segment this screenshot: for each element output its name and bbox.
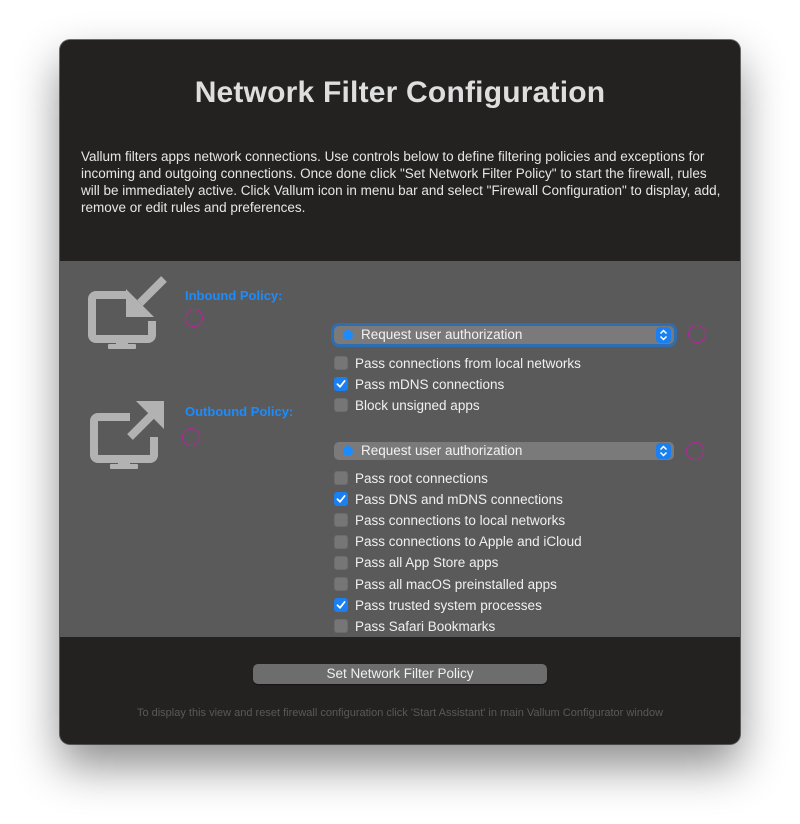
chevron-updown-icon [656, 327, 671, 343]
outbound-policy-value: Request user authorization [361, 443, 523, 458]
option-label: Block unsigned apps [355, 397, 480, 413]
option-label: Pass root connections [355, 470, 488, 486]
footer-panel [60, 637, 740, 744]
checkbox[interactable] [334, 577, 348, 591]
checkbox[interactable] [334, 513, 348, 528]
assistant-window: Network Filter Configuration Vallum filt… [60, 40, 740, 744]
inbound-policy-select[interactable]: Request user authorization [334, 326, 674, 344]
checkbox[interactable] [334, 356, 348, 370]
option-label: Pass Safari Bookmarks [355, 618, 496, 634]
page-title: Network Filter Configuration [194, 76, 606, 109]
checkbox[interactable] [334, 619, 348, 634]
option-label: Pass connections to Apple and iCloud [355, 534, 582, 550]
set-network-filter-policy-button[interactable]: Set Network Filter Policy [253, 664, 547, 684]
checkmark-icon [336, 601, 346, 609]
option-row[interactable]: Pass connections from local networks [334, 354, 581, 372]
option-label: Pass DNS and mDNS connections [355, 491, 563, 507]
policy-dot-icon [343, 446, 353, 456]
option-row[interactable]: Pass connections to local networks [334, 511, 565, 529]
step-marker-3 [182, 428, 200, 446]
step-marker-2 [688, 325, 706, 343]
inbound-policy-label: Inbound Policy: [185, 288, 283, 303]
checkbox[interactable] [334, 492, 348, 507]
policy-dot-icon [343, 330, 353, 340]
checkbox[interactable] [334, 377, 348, 392]
option-row[interactable]: Pass root connections [334, 469, 488, 487]
checkbox[interactable] [334, 534, 348, 549]
outbound-policy-label: Outbound Policy: [185, 404, 294, 419]
chevron-updown-icon [656, 443, 671, 459]
option-label: Pass all App Store apps [355, 555, 499, 571]
header-panel: Network Filter Configuration Vallum filt… [60, 40, 740, 261]
checkbox[interactable] [334, 398, 348, 413]
intro-text: Vallum filters apps network connections.… [81, 149, 721, 215]
option-row[interactable]: Pass DNS and mDNS connections [334, 490, 563, 508]
option-row[interactable]: Pass mDNS connections [334, 375, 504, 393]
option-row[interactable]: Pass Safari Bookmarks [334, 617, 495, 635]
option-label: Pass connections to local networks [355, 512, 566, 528]
option-label: Pass all macOS preinstalled apps [355, 576, 557, 592]
checkbox[interactable] [334, 471, 348, 485]
outbound-policy-select[interactable]: Request user authorization [334, 442, 674, 460]
option-row[interactable]: Block unsigned apps [334, 396, 480, 414]
option-row[interactable]: Pass trusted system processes [334, 596, 542, 614]
option-label: Pass mDNS connections [355, 376, 505, 392]
footer-hint: To display this view and reset firewall … [136, 707, 664, 719]
option-row[interactable]: Pass connections to Apple and iCloud [334, 533, 582, 551]
policy-panel: Inbound Policy: Request user authorizati… [60, 261, 740, 655]
inbound-policy-value: Request user authorization [361, 327, 523, 342]
checkbox[interactable] [334, 555, 348, 570]
checkbox[interactable] [334, 598, 348, 613]
option-row[interactable]: Pass all macOS preinstalled apps [334, 575, 557, 593]
option-label: Pass trusted system processes [355, 597, 542, 613]
checkmark-icon [336, 380, 346, 388]
step-marker-4 [686, 442, 704, 460]
option-label: Pass connections from local networks [355, 355, 581, 371]
checkmark-icon [336, 495, 346, 503]
monitor-inbound-arrow-icon [88, 276, 167, 349]
step-marker-1 [185, 309, 203, 327]
monitor-outbound-arrow-icon [90, 401, 164, 469]
option-row[interactable]: Pass all App Store apps [334, 554, 498, 572]
